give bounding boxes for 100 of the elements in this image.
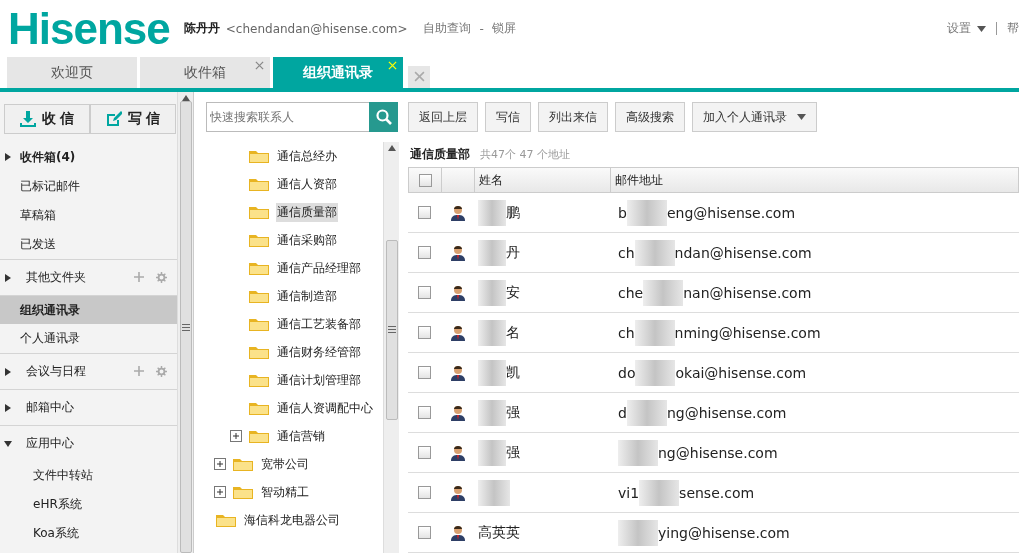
settings-icon[interactable] — [156, 272, 168, 283]
header-link[interactable]: 锁屏 — [491, 20, 516, 37]
tree-item[interactable]: 宽带公司 — [206, 450, 384, 478]
tree-item[interactable]: 智动精工 — [206, 478, 384, 506]
tree-item[interactable]: 通信制造部 — [206, 282, 384, 310]
search-field[interactable]: 快速搜索联系人 — [206, 102, 369, 132]
sidebar-label[interactable]: 收件箱(4) — [20, 148, 76, 166]
sidebar-label[interactable]: 已发送 — [20, 236, 56, 253]
email-cell: ndan@hisense.com — [674, 244, 812, 261]
person-icon — [450, 364, 465, 381]
sidebar-label[interactable]: 邮箱中心 — [26, 399, 74, 416]
sidebar-label[interactable]: 会议与日程 — [26, 363, 86, 380]
settings-menu[interactable]: 设置 — [947, 20, 971, 37]
tree-item[interactable]: 通信计划管理部 — [206, 366, 384, 394]
checkbox[interactable] — [418, 206, 431, 219]
help-link[interactable]: 帮 — [1007, 20, 1019, 37]
sidebar-item[interactable]: Koa系统 — [0, 519, 178, 548]
tree-item[interactable]: 通信工艺装备部 — [206, 310, 384, 338]
email-cell: do — [618, 364, 636, 381]
caret-icon[interactable] — [797, 114, 806, 120]
sidebar-item[interactable]: 已标记邮件 — [0, 172, 178, 201]
redacted-block — [478, 199, 506, 226]
folder-icon — [249, 317, 269, 331]
sidebar-item[interactable]: 已发送 — [0, 230, 178, 259]
tree-item[interactable]: 通信人资部 — [206, 170, 384, 198]
checkbox[interactable] — [418, 446, 431, 459]
tree-item[interactable]: 通信质量部 — [206, 198, 384, 226]
sidebar-label[interactable]: 其他文件夹 — [26, 269, 86, 286]
expanded-arrow-icon[interactable] — [4, 439, 12, 448]
tree-item[interactable]: 通信产品经理部 — [206, 254, 384, 282]
tree-item[interactable]: 通信财务经管部 — [206, 338, 384, 366]
caret-icon[interactable] — [977, 25, 986, 32]
column-header[interactable]: 邮件地址 — [611, 168, 1019, 192]
redacted-block — [643, 279, 684, 306]
close-all-button[interactable] — [408, 65, 430, 88]
tab[interactable]: 欢迎页 — [7, 57, 137, 88]
folder-icon — [249, 429, 269, 443]
settings-icon[interactable] — [156, 366, 168, 377]
tree-item[interactable]: 通信人资调配中心 — [206, 394, 384, 422]
tree-item[interactable]: 通信总经办 — [206, 142, 384, 170]
sidebar-item[interactable]: eHR系统 — [0, 490, 178, 519]
toolbar-button[interactable]: 列出来信 — [538, 102, 608, 132]
tree-item[interactable]: 海信科龙电器公司 — [206, 506, 384, 534]
tree-item[interactable]: 通信采购部 — [206, 226, 384, 254]
sidebar-label[interactable]: 应用中心 — [26, 435, 74, 452]
expand-icon[interactable] — [214, 486, 226, 498]
sidebar-label[interactable]: 组织通讯录 — [20, 301, 80, 319]
sidebar-item[interactable]: 组织通讯录 — [0, 295, 178, 324]
sidebar-item[interactable]: 文件中转站 — [0, 461, 178, 490]
search-icon[interactable] — [375, 109, 392, 125]
name-cell: 安 — [506, 283, 520, 302]
checkbox[interactable] — [418, 173, 432, 187]
search-button[interactable] — [369, 102, 398, 132]
tree-item[interactable]: 通信营销 — [206, 422, 384, 450]
grip-icon[interactable] — [387, 326, 396, 334]
expand-icon[interactable] — [214, 458, 226, 470]
folder-icon — [233, 485, 253, 499]
person-icon — [450, 484, 465, 501]
collapsed-arrow-icon[interactable] — [4, 153, 12, 161]
checkbox[interactable] — [418, 366, 431, 379]
sidebar-label[interactable]: 已标记邮件 — [20, 178, 80, 195]
sidebar-label[interactable]: 草稿箱 — [20, 207, 56, 224]
checkbox[interactable] — [418, 486, 431, 499]
redacted-block — [634, 319, 675, 346]
add-icon[interactable] — [134, 272, 145, 282]
folder-group[interactable]: 收件箱(4) — [0, 142, 178, 172]
toolbar-button[interactable]: 写信 — [485, 102, 531, 132]
tab[interactable]: 收件箱 — [140, 57, 270, 88]
checkbox[interactable] — [418, 526, 431, 539]
header-link[interactable]: - — [479, 21, 484, 36]
folder-icon — [249, 149, 269, 163]
collapsed-arrow-icon[interactable] — [4, 367, 12, 376]
checkbox[interactable] — [418, 406, 431, 419]
close-icon[interactable] — [255, 61, 264, 70]
expand-icon[interactable] — [230, 430, 242, 442]
scrollbar[interactable] — [383, 142, 399, 553]
collapsed-arrow-icon[interactable] — [4, 403, 12, 412]
sidebar-label[interactable]: 个人通讯录 — [20, 330, 80, 347]
scrollbar[interactable] — [177, 92, 193, 553]
checkbox[interactable] — [418, 286, 431, 299]
checkbox[interactable] — [418, 246, 431, 259]
add-contact-dropdown[interactable]: 加入个人通讯录 — [692, 102, 817, 132]
person-icon — [450, 444, 465, 461]
folder-icon — [233, 457, 253, 471]
person-icon — [450, 524, 465, 541]
column-header[interactable]: 姓名 — [475, 168, 611, 192]
grip-icon[interactable] — [181, 323, 190, 331]
sidebar-item[interactable]: 个人通讯录 — [0, 324, 178, 353]
receive-button[interactable]: 收 信 — [4, 104, 90, 134]
email-cell: nan@hisense.com — [683, 284, 812, 301]
add-icon[interactable] — [134, 366, 145, 376]
compose-button[interactable]: 写 信 — [90, 104, 176, 134]
collapsed-arrow-icon[interactable] — [4, 273, 12, 282]
close-icon[interactable] — [413, 71, 425, 82]
checkbox[interactable] — [418, 326, 431, 339]
header-link[interactable]: 自助查询 — [423, 20, 472, 37]
toolbar-button[interactable]: 返回上层 — [408, 102, 478, 132]
toolbar-button[interactable]: 高级搜索 — [615, 102, 685, 132]
sidebar-item[interactable]: 草稿箱 — [0, 201, 178, 230]
scroll-up-icon[interactable] — [387, 145, 396, 151]
